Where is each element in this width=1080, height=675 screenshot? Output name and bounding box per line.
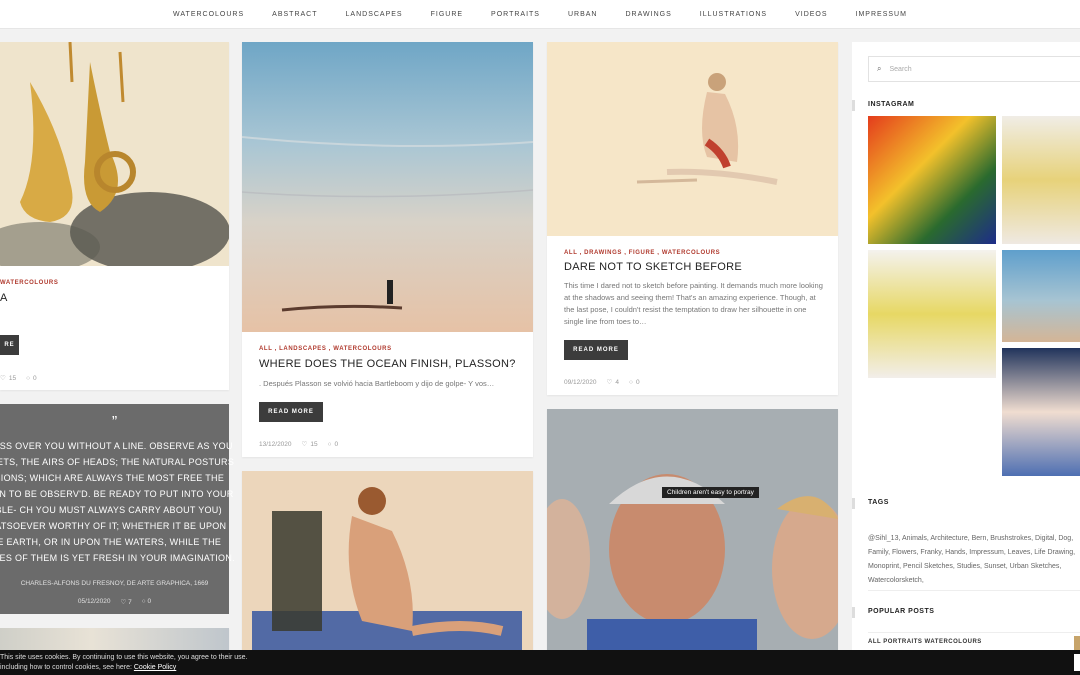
heart-icon: ♡ xyxy=(606,379,613,386)
nav-impressum[interactable]: IMPRESSUM xyxy=(856,11,907,18)
post-meta: 13/12/2020 ♡ 15 ○ 0 xyxy=(259,440,339,449)
nav-illustrations[interactable]: ILLUSTRATIONS xyxy=(700,11,767,18)
quote-text: AY PASS OVER YOU WITHOUT A LINE. OBSERVE… xyxy=(0,441,235,563)
nav-drawings[interactable]: DRAWINGS xyxy=(626,11,672,18)
likes-count: 4 xyxy=(615,378,619,386)
nav-videos[interactable]: VIDEOS xyxy=(795,11,827,18)
post-meta: 09/12/2020 ♡ 4 ○ 0 xyxy=(564,378,640,387)
main-navigation: WATERCOLOURS ABSTRACT LANDSCAPES FIGURE … xyxy=(0,0,1080,29)
likes[interactable]: ♡ 7 xyxy=(120,598,131,606)
nav-landscapes[interactable]: LANDSCAPES xyxy=(346,11,403,18)
widget-marker xyxy=(852,100,855,111)
nav-portraits[interactable]: PORTRAITS xyxy=(491,11,540,18)
post-title[interactable]: DARE NOT TO SKETCH BEFORE xyxy=(564,261,742,273)
post-excerpt: . Después Plasson se volvió hacia Bartle… xyxy=(259,379,495,388)
widget-marker xyxy=(852,498,855,509)
instagram-image-1[interactable] xyxy=(868,116,996,244)
heart-icon: ♡ xyxy=(120,599,129,606)
popular-post-thumbnail[interactable] xyxy=(1074,636,1080,650)
comments[interactable]: ○ 0 xyxy=(328,440,339,448)
comments-count: 0 xyxy=(334,440,339,448)
quote-mark: ” xyxy=(111,414,118,431)
quote-meta: 05/12/2020 ♡ 7 ○ 0 xyxy=(0,598,229,606)
post-excerpt: This time I dared not to sketch before p… xyxy=(564,281,823,326)
search-icon: ⌕ xyxy=(877,64,882,73)
post-image-portrait[interactable] xyxy=(547,409,838,659)
comment-icon: ○ xyxy=(327,440,332,448)
post-card-hands: WATERCOLOURS A RE ♡ 15 ○ 0 xyxy=(0,42,229,390)
search-input[interactable]: Search xyxy=(889,66,911,73)
comments[interactable]: ○ 0 xyxy=(142,598,151,606)
quote-card: ” AY PASS OVER YOU WITHOUT A LINE. OBSER… xyxy=(0,404,235,614)
image-tooltip: Children aren't easy to portray xyxy=(662,487,759,498)
post-card-chair xyxy=(242,471,533,661)
cookie-banner: This site uses cookies. By continuing to… xyxy=(0,650,1080,675)
post-card-sketch: ALL , DRAWINGS , FIGURE , WATERCOLOURS D… xyxy=(547,42,838,395)
post-date: 13/12/2020 xyxy=(259,440,292,448)
post-image-hands[interactable] xyxy=(0,42,229,272)
widget-title-tags: TAGS xyxy=(868,499,889,506)
post-title[interactable]: WHERE DOES THE OCEAN FINISH, PLASSON? xyxy=(259,358,516,370)
post-card-ocean: ALL , LANDSCAPES , WATERCOLOURS WHERE DO… xyxy=(242,42,533,457)
quote-author: CHARLES-ALFONS DU FRESNOY, DE ARTE GRAPH… xyxy=(20,580,209,587)
instagram-image-4[interactable] xyxy=(1002,250,1080,342)
read-more-button[interactable]: RE xyxy=(0,335,19,355)
likes[interactable]: ♡ 15 xyxy=(0,374,17,383)
post-categories[interactable]: WATERCOLOURS xyxy=(0,280,58,286)
nav-abstract[interactable]: ABSTRACT xyxy=(272,11,317,18)
nav-urban[interactable]: URBAN xyxy=(568,11,598,18)
popular-post-categories[interactable]: ALL PORTRAITS WATERCOLOURS xyxy=(868,639,982,645)
heart-icon: ♡ xyxy=(0,375,6,382)
post-title[interactable]: A xyxy=(0,292,8,304)
cookie-text-line2: including how to control cookies, see he… xyxy=(0,663,176,673)
likes-count: 7 xyxy=(128,599,132,606)
likes[interactable]: ♡ 15 xyxy=(301,440,318,449)
search-box[interactable]: ⌕ Search xyxy=(868,56,1080,82)
post-date: 05/12/2020 xyxy=(77,598,111,605)
comments-count: 0 xyxy=(635,378,640,386)
sidebar: ⌕ Search INSTAGRAM TAGS @Sihl_13, Animal… xyxy=(852,42,1080,662)
comments[interactable]: ○ 0 xyxy=(26,374,37,382)
widget-marker xyxy=(852,607,855,618)
nav-figure[interactable]: FIGURE xyxy=(431,11,463,18)
likes-count: 15 xyxy=(310,440,318,448)
tag-cloud[interactable]: @Sihl_13, Animals, Architecture, Bern, B… xyxy=(868,532,1078,588)
cookie-accept-button[interactable] xyxy=(1074,654,1080,671)
widget-title-instagram: INSTAGRAM xyxy=(868,101,915,108)
post-date: 09/12/2020 xyxy=(564,378,597,386)
widget-title-popular-posts: POPULAR POSTS xyxy=(868,608,935,615)
nav-watercolours[interactable]: WATERCOLOURS xyxy=(173,11,244,18)
comments[interactable]: ○ 0 xyxy=(629,378,640,386)
instagram-image-2[interactable] xyxy=(1002,116,1080,244)
cookie-policy-link[interactable]: Cookie Policy xyxy=(134,664,176,671)
read-more-button[interactable]: READ MORE xyxy=(564,340,628,360)
read-more-button[interactable]: READ MORE xyxy=(259,402,323,422)
comments-count: 0 xyxy=(147,598,152,605)
instagram-image-3[interactable] xyxy=(868,250,996,378)
divider xyxy=(868,632,1080,633)
post-image-ocean[interactable] xyxy=(242,42,533,332)
post-categories[interactable]: ALL , LANDSCAPES , WATERCOLOURS xyxy=(259,346,392,352)
post-card-portrait: Children aren't easy to portray xyxy=(547,409,838,659)
likes[interactable]: ♡ 4 xyxy=(606,378,619,387)
post-categories[interactable]: ALL , DRAWINGS , FIGURE , WATERCOLOURS xyxy=(564,250,720,256)
post-meta: ♡ 15 ○ 0 xyxy=(0,374,37,383)
heart-icon: ♡ xyxy=(301,441,308,448)
comments-count: 0 xyxy=(33,374,37,382)
post-image-sketch[interactable] xyxy=(547,42,838,236)
post-image-chair[interactable] xyxy=(242,471,533,661)
likes-count: 15 xyxy=(8,374,17,382)
comment-icon: ○ xyxy=(26,374,30,382)
cookie-text: including how to control cookies, see he… xyxy=(0,664,132,671)
cookie-text-line1: This site uses cookies. By continuing to… xyxy=(0,654,248,661)
divider xyxy=(868,590,1080,591)
instagram-image-5[interactable] xyxy=(1002,348,1080,476)
comment-icon: ○ xyxy=(629,378,633,386)
